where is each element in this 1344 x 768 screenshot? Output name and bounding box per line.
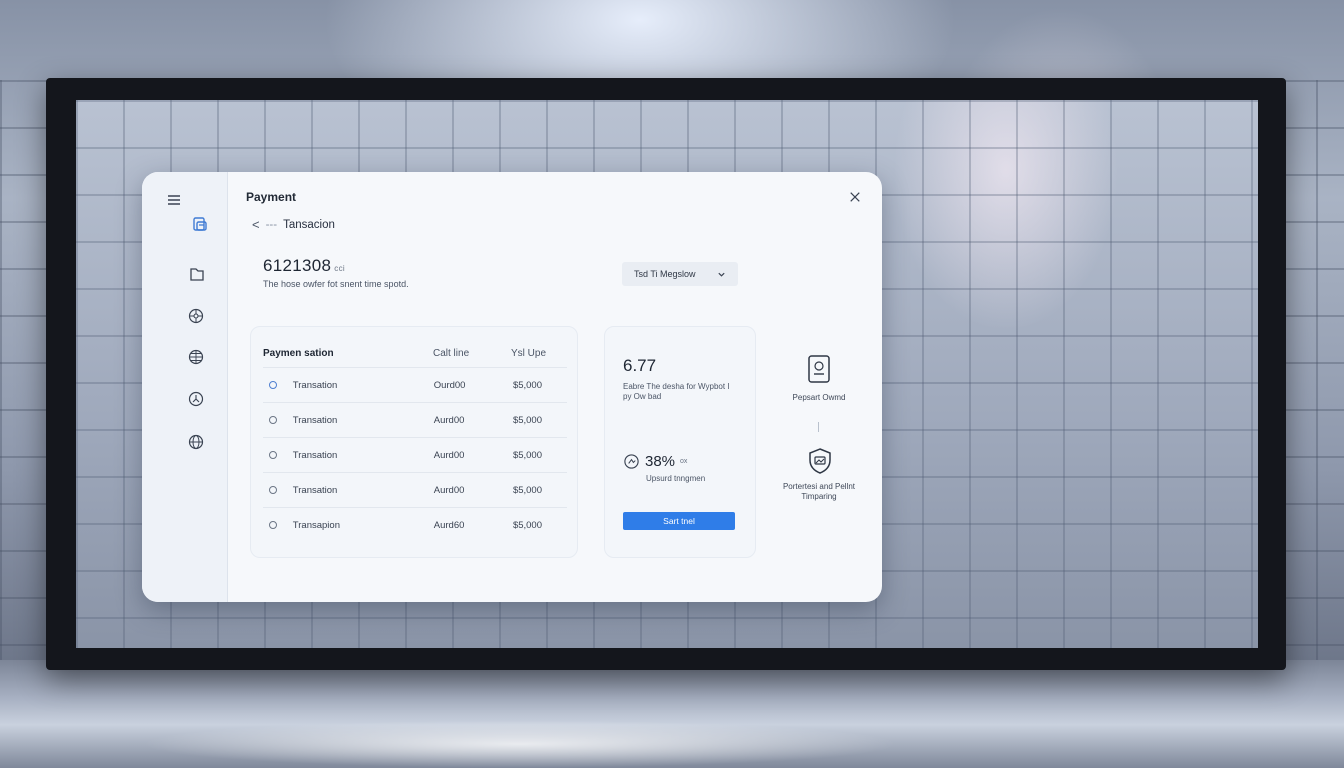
row-amount: $5,000 [512, 484, 542, 496]
percent-unit: ox [680, 458, 688, 465]
summary-amount: 6121308 cci [263, 256, 409, 276]
table-row[interactable]: Transation Ourd00 $5,000 [263, 367, 567, 402]
transactions-table: Paymen sation Calt line Ysl Upe Transati… [250, 326, 578, 558]
info-divider [818, 422, 819, 432]
row-code: Aurd00 [433, 449, 465, 461]
column-header: Calt line [433, 347, 470, 359]
gauge-icon [624, 454, 639, 469]
info-item-label: Pepsart Owmd [792, 393, 846, 402]
percent-value: 38% [645, 453, 676, 470]
column-header: Ysl Upe [511, 347, 547, 359]
sidebar [142, 172, 228, 602]
summary-amount-unit: cci [334, 264, 345, 273]
column-header: Paymen sation [263, 347, 334, 359]
summary-description: The hose owfer fot snent time spotd. [263, 279, 409, 289]
folder-icon[interactable] [185, 262, 209, 286]
percent-row: 38% ox [623, 453, 687, 470]
row-amount: $5,000 [512, 414, 542, 426]
close-button[interactable] [846, 188, 864, 206]
row-name: Transation [292, 484, 338, 496]
row-code: Ourd00 [433, 379, 466, 391]
close-icon [850, 192, 860, 202]
row-name: Transation [292, 379, 338, 391]
network-icon[interactable] [184, 304, 208, 328]
row-code: Aurd00 [433, 484, 465, 496]
row-code: Aurd00 [433, 414, 465, 426]
start-button[interactable]: Sart tnel [623, 512, 735, 530]
wallet-icon[interactable] [188, 212, 212, 236]
row-code: Aurd60 [433, 519, 465, 531]
row-amount: $5,000 [512, 449, 542, 461]
clock-icon[interactable] [184, 387, 208, 411]
table-header: Paymen sation Calt line Ysl Upe [263, 345, 567, 361]
row-radio[interactable] [269, 381, 277, 389]
summary-amount-value: 6121308 [263, 256, 332, 275]
window-title: Payment [246, 190, 297, 204]
table-row[interactable]: Transation Aurd00 $5,000 [263, 402, 567, 437]
shield-icon [806, 447, 834, 475]
breadcrumb-separator: --- [265, 218, 278, 231]
row-radio[interactable] [269, 486, 277, 494]
chevron-down-icon [718, 272, 725, 277]
document-icon [806, 354, 832, 384]
row-name: Transation [292, 414, 338, 426]
row-radio[interactable] [269, 451, 277, 459]
table-row[interactable]: Transation Aurd00 $5,000 [263, 472, 567, 507]
breadcrumb-label: Tansacion [283, 218, 335, 231]
globe-grid-icon[interactable] [184, 345, 208, 369]
row-amount: $5,000 [512, 519, 542, 531]
main-content: Payment < --- Tansacion 6121308 cci The h… [228, 172, 882, 602]
globe-icon[interactable] [184, 430, 208, 454]
stat-value: 6.77 [623, 356, 657, 375]
row-name: Transation [292, 449, 338, 461]
info-item-label: Portertesi and Pellnt Timparing [782, 482, 856, 501]
stat-description: Eabre The desha for Wypbot I py Ow bad [623, 382, 730, 401]
row-radio[interactable] [269, 521, 277, 529]
row-name: Transapion [292, 519, 340, 531]
summary-block: 6121308 cci The hose owfer fot snent time… [263, 256, 409, 289]
breadcrumb: < --- Tansacion [252, 217, 335, 232]
row-radio[interactable] [269, 416, 277, 424]
menu-icon[interactable] [162, 188, 186, 212]
payment-window: Payment < --- Tansacion 6121308 cci The h… [142, 172, 882, 602]
table-row[interactable]: Transation Aurd00 $5,000 [263, 437, 567, 472]
table-row[interactable]: Transapion Aurd60 $5,000 [263, 507, 567, 542]
back-icon[interactable]: < [252, 217, 260, 232]
row-amount: $5,000 [512, 379, 542, 391]
period-dropdown[interactable]: Tsd Ti Megslow [622, 262, 738, 286]
percent-description: Upsurd tnngmen [646, 474, 706, 483]
dropdown-selected-value: Tsd Ti Megslow [634, 269, 696, 279]
floor-light-reflection [140, 720, 900, 768]
